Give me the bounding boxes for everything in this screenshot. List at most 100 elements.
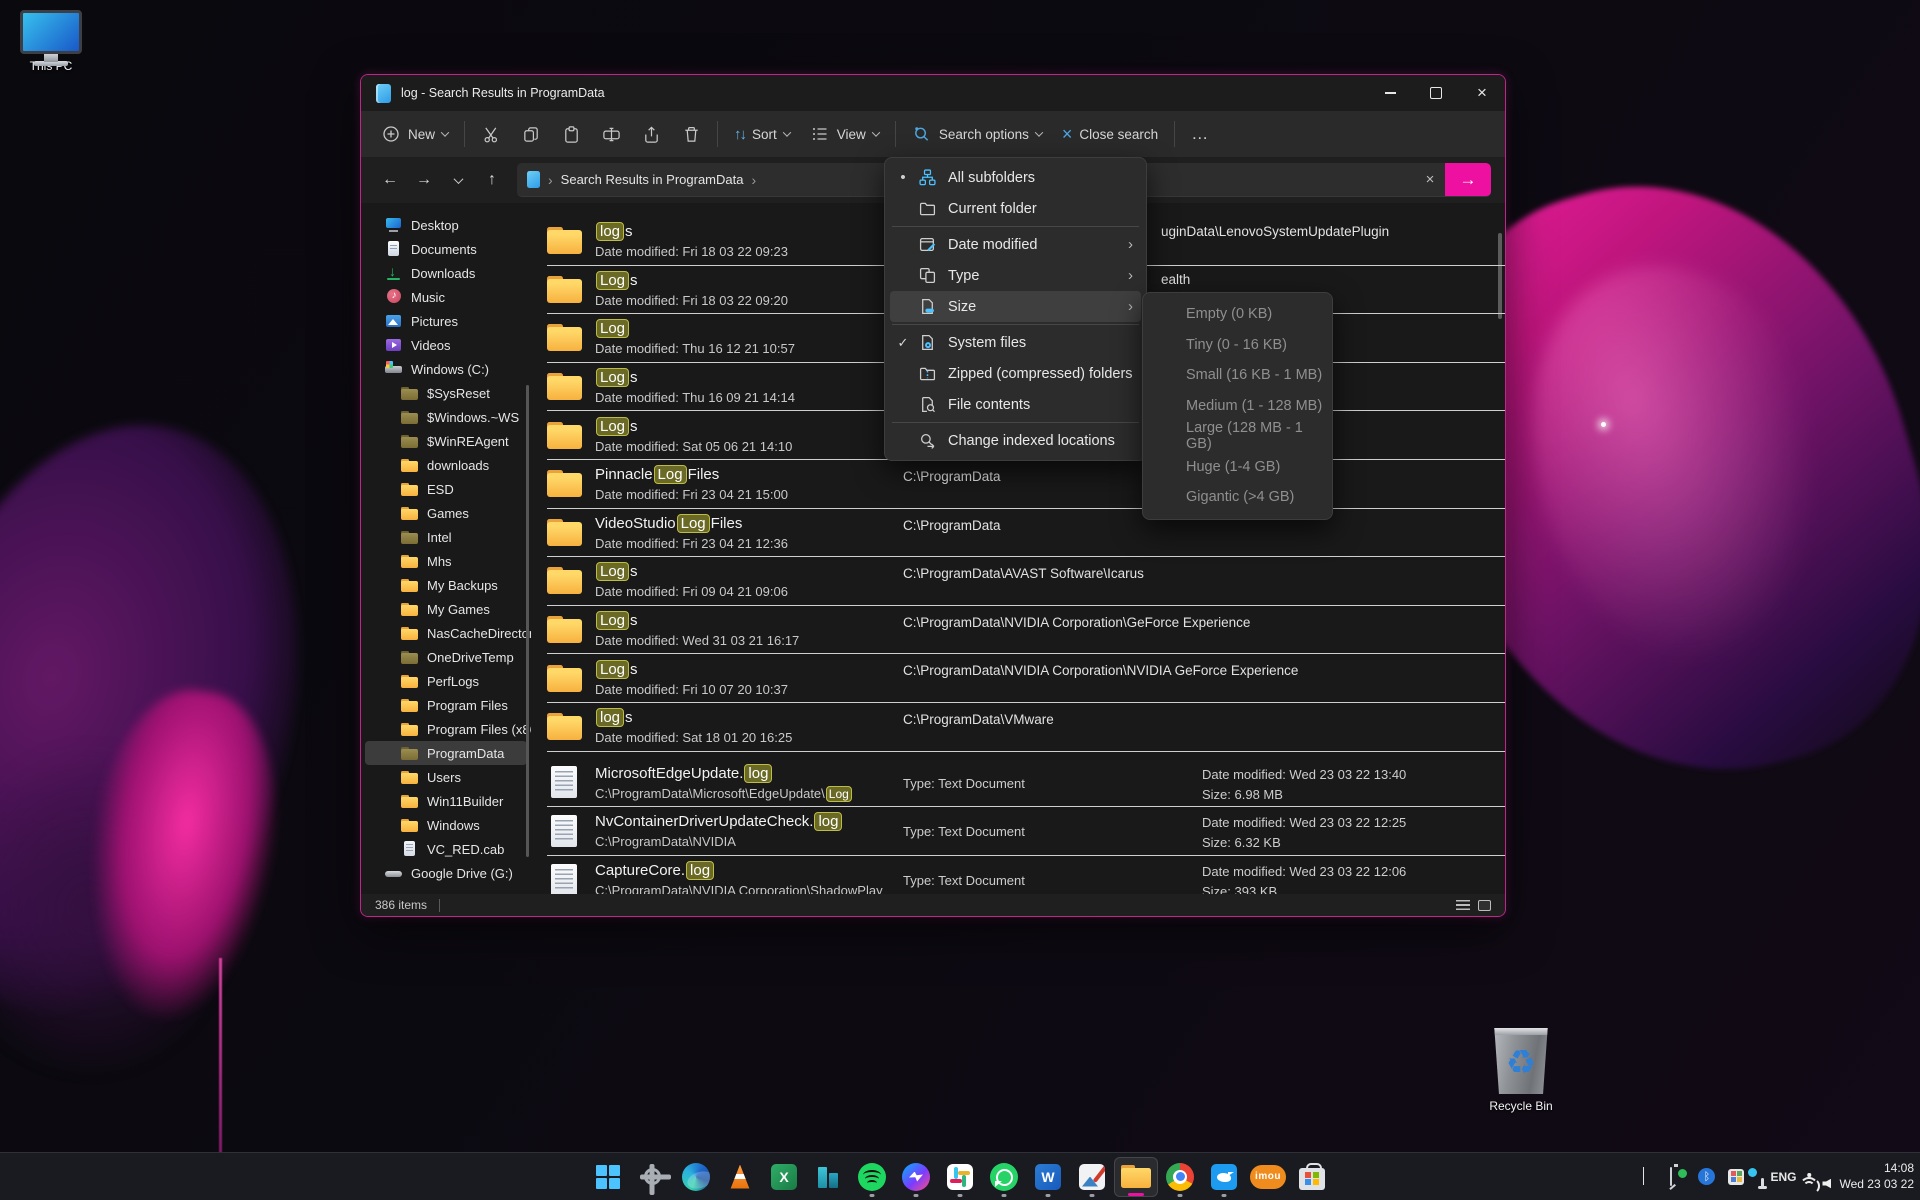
recent-locations-button[interactable] [443, 165, 473, 195]
result-row-folder[interactable]: LogsDate modified: Fri 09 04 21 09:06C:\… [547, 557, 1505, 606]
taskbar-icon-twitter[interactable] [1202, 1157, 1246, 1197]
menu-item-type[interactable]: Type› [890, 260, 1141, 291]
submenu-item-tiny-0-16-kb-[interactable]: Tiny (0 - 16 KB) [1148, 330, 1327, 361]
search-go-button[interactable]: → [1445, 163, 1491, 197]
more-options-button[interactable]: … [1181, 117, 1220, 151]
menu-item-all-subfolders[interactable]: •All subfolders [890, 162, 1141, 193]
sidebar-item-esd[interactable]: ESD [361, 477, 531, 501]
sidebar-item-music[interactable]: Music [361, 285, 531, 309]
minimize-button[interactable] [1367, 75, 1413, 111]
taskbar-icon-settings[interactable] [630, 1157, 674, 1197]
sidebar-item-downloads[interactable]: Downloads [361, 261, 531, 285]
result-row-folder[interactable]: VideoStudio Log FilesDate modified: Fri … [547, 509, 1505, 558]
search-options-button[interactable]: Search options [902, 117, 1052, 151]
sidebar-item-windows[interactable]: Windows [361, 813, 531, 837]
sidebar-item-users[interactable]: Users [361, 765, 531, 789]
maximize-button[interactable] [1413, 75, 1459, 111]
large-icons-view-icon[interactable] [1478, 900, 1491, 911]
sidebar-item-google-drive-g-[interactable]: Google Drive (G:) [361, 861, 531, 885]
taskbar-icon-start[interactable] [586, 1157, 630, 1197]
taskbar-icon-imou[interactable]: imou [1246, 1157, 1290, 1197]
submenu-item-empty-0-kb-[interactable]: Empty (0 KB) [1148, 299, 1327, 330]
sidebar-item--sysreset[interactable]: $SysReset [361, 381, 531, 405]
up-button[interactable]: ↑ [477, 165, 507, 195]
sidebar-item-programdata[interactable]: ProgramData [365, 741, 527, 765]
taskbar-icon-explorer[interactable] [1114, 1157, 1158, 1197]
details-view-icon[interactable] [1456, 900, 1470, 911]
submenu-item-gigantic-4-gb-[interactable]: Gigantic (>4 GB) [1148, 482, 1327, 513]
sidebar-item-videos[interactable]: Videos [361, 333, 531, 357]
sidebar-item-intel[interactable]: Intel [361, 525, 531, 549]
sidebar-item-documents[interactable]: Documents [361, 237, 531, 261]
taskbar-icon-excel[interactable]: X [762, 1157, 806, 1197]
result-row-folder[interactable]: logsDate modified: Sat 18 01 20 16:25C:\… [547, 703, 1505, 752]
menu-item-file-contents[interactable]: File contents [890, 389, 1141, 420]
taskbar-icon-buildings[interactable] [806, 1157, 850, 1197]
taskbar-icon-chrome[interactable] [1158, 1157, 1202, 1197]
sidebar-item-win11builder[interactable]: Win11Builder [361, 789, 531, 813]
title-bar[interactable]: log - Search Results in ProgramData × [361, 75, 1505, 111]
result-row-file[interactable]: MicrosoftEdgeUpdate.logC:\ProgramData\Mi… [547, 759, 1505, 808]
taskbar-icon-slack[interactable] [938, 1157, 982, 1197]
sidebar-item--windows-ws[interactable]: $Windows.~WS [361, 405, 531, 429]
share-button[interactable] [631, 117, 671, 151]
tray-photos-icon[interactable] [1728, 1169, 1744, 1185]
taskbar-icon-whatsapp[interactable] [982, 1157, 1026, 1197]
sidebar-item-perflogs[interactable]: PerfLogs [361, 669, 531, 693]
taskbar-icon-store[interactable] [1290, 1157, 1334, 1197]
copy-button[interactable] [511, 117, 551, 151]
sidebar-item-program-files-x86-[interactable]: Program Files (x86) [361, 717, 531, 741]
sidebar-item-windows-c-[interactable]: Windows (C:) [361, 357, 531, 381]
close-search-button[interactable]: × Close search [1052, 118, 1168, 150]
cut-button[interactable] [471, 117, 511, 151]
close-button[interactable]: × [1459, 75, 1505, 111]
menu-item-size[interactable]: Size› [890, 291, 1141, 322]
result-row-folder[interactable]: LogsDate modified: Fri 10 07 20 10:37C:\… [547, 654, 1505, 703]
taskbar-icon-edge[interactable] [674, 1157, 718, 1197]
sidebar-item-vc-red-cab[interactable]: VC_RED.cab [361, 837, 531, 861]
result-row-folder[interactable]: LogsDate modified: Wed 31 03 21 16:17C:\… [547, 606, 1505, 655]
submenu-item-large-128-mb-1-gb-[interactable]: Large (128 MB - 1 GB) [1148, 421, 1327, 452]
sidebar-item-games[interactable]: Games [361, 501, 531, 525]
sidebar-item-pictures[interactable]: Pictures [361, 309, 531, 333]
delete-button[interactable] [671, 117, 711, 151]
this-pc-icon[interactable]: This PC [8, 10, 94, 73]
back-button[interactable]: ← [375, 165, 405, 195]
sidebar-item-onedrivetemp[interactable]: OneDriveTemp [361, 645, 531, 669]
sidebar-item-desktop[interactable]: Desktop [361, 213, 531, 237]
language-indicator[interactable]: ENG [1770, 1170, 1796, 1184]
view-button[interactable]: View [800, 117, 889, 151]
sidebar-item-my-backups[interactable]: My Backups [361, 573, 531, 597]
sidebar-item-downloads[interactable]: downloads [361, 453, 531, 477]
sidebar-item-program-files[interactable]: Program Files [361, 693, 531, 717]
menu-item-system-files[interactable]: ✓System files [890, 327, 1141, 358]
result-row-file[interactable]: CaptureCore.logC:\ProgramData\NVIDIA Cor… [547, 856, 1505, 894]
sidebar-item-my-games[interactable]: My Games [361, 597, 531, 621]
result-row-file[interactable]: NvContainerDriverUpdateCheck.logC:\Progr… [547, 807, 1505, 856]
rename-button[interactable] [591, 117, 631, 151]
sidebar-item--winreagent[interactable]: $WinREAgent [361, 429, 531, 453]
tray-bluetooth-icon[interactable]: ᛒ [1698, 1168, 1715, 1185]
menu-item-change-indexed-locations[interactable]: Change indexed locations [890, 425, 1141, 456]
submenu-item-huge-1-4-gb-[interactable]: Huge (1-4 GB) [1148, 452, 1327, 483]
taskbar-icon-messenger[interactable] [894, 1157, 938, 1197]
taskbar-clock[interactable]: 14:08Wed 23 03 22 [1839, 1161, 1914, 1192]
result-row-folder[interactable]: Pinnacle Log FilesDate modified: Fri 23 … [547, 460, 1505, 509]
submenu-item-medium-1-128-mb-[interactable]: Medium (1 - 128 MB) [1148, 391, 1327, 422]
new-button[interactable]: New [371, 117, 458, 151]
tray-usb-icon[interactable] [1670, 1168, 1672, 1186]
menu-item-date-modified[interactable]: Date modified› [890, 229, 1141, 260]
taskbar-icon-word[interactable]: W [1026, 1157, 1070, 1197]
menu-item-zipped-compressed-folders[interactable]: Zipped (compressed) folders [890, 358, 1141, 389]
clear-search-icon[interactable]: × [1415, 171, 1445, 188]
submenu-item-small-16-kb-1-mb-[interactable]: Small (16 KB - 1 MB) [1148, 360, 1327, 391]
sort-button[interactable]: ↑↓ Sort [724, 119, 800, 150]
sidebar-scrollbar[interactable] [526, 385, 529, 857]
forward-button[interactable]: → [409, 165, 439, 195]
sidebar-item-nascachedirectory[interactable]: NasCacheDirectory [361, 621, 531, 645]
menu-item-current-folder[interactable]: Current folder [890, 193, 1141, 224]
recycle-bin-icon[interactable]: ♻ Recycle Bin [1478, 1028, 1564, 1113]
taskbar-icon-vlc[interactable] [718, 1157, 762, 1197]
taskbar-icon-spotify[interactable] [850, 1157, 894, 1197]
sidebar-item-mhs[interactable]: Mhs [361, 549, 531, 573]
